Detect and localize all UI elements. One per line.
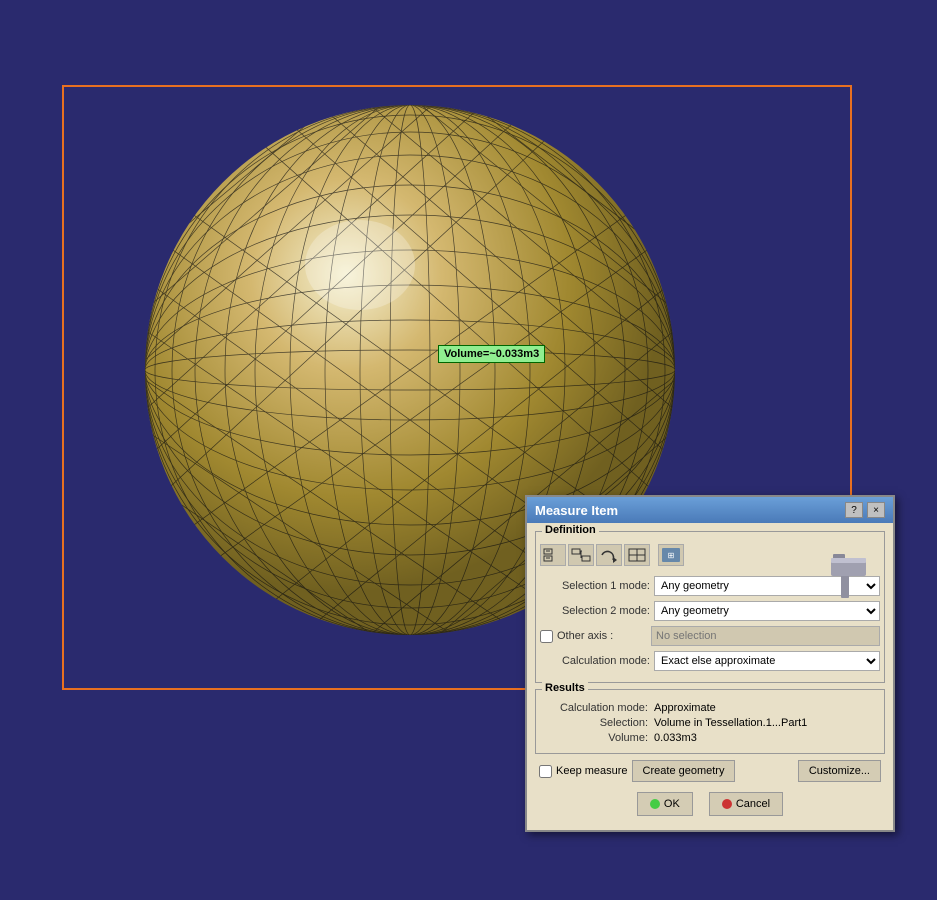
- selection2-label: Selection 2 mode:: [540, 605, 650, 617]
- result-calc-mode-row: Calculation mode: Approximate: [544, 702, 876, 714]
- calc-mode-row: Calculation mode: Exact else approximate: [540, 651, 880, 671]
- result-volume-value: 0.033m3: [654, 732, 697, 744]
- definition-legend: Definition: [542, 524, 599, 536]
- selection1-label: Selection 1 mode:: [540, 580, 650, 592]
- help-button[interactable]: ?: [845, 502, 863, 518]
- results-legend: Results: [542, 682, 588, 694]
- toolbar-icon-1[interactable]: [540, 544, 566, 566]
- other-axis-row: Other axis :: [540, 626, 880, 646]
- other-axis-input: [651, 626, 880, 646]
- result-calc-mode-value: Approximate: [654, 702, 716, 714]
- ok-icon: [650, 799, 660, 809]
- other-axis-label: Other axis :: [557, 630, 647, 642]
- measure-item-dialog: Measure Item ? × Definition: [525, 495, 895, 832]
- action-row: Keep measure Create geometry Customize..…: [535, 760, 885, 782]
- results-content: Calculation mode: Approximate Selection:…: [536, 690, 884, 753]
- result-selection-label: Selection:: [544, 717, 654, 729]
- result-calc-mode-label: Calculation mode:: [544, 702, 654, 714]
- 3d-viewport: Volume=~0.033m3 Measure Item ? × Definit…: [0, 0, 937, 900]
- dialog-body: Definition: [527, 523, 893, 830]
- keep-measure-checkbox[interactable]: [539, 765, 552, 778]
- result-volume-label: Volume:: [544, 732, 654, 744]
- cancel-button[interactable]: Cancel: [709, 792, 783, 816]
- volume-tooltip: Volume=~0.033m3: [438, 345, 545, 363]
- result-volume-row: Volume: 0.033m3: [544, 732, 876, 744]
- hammer-icon: [821, 538, 876, 603]
- close-button[interactable]: ×: [867, 502, 885, 518]
- results-section: Results Calculation mode: Approximate Se…: [535, 689, 885, 754]
- toolbar-icon-3[interactable]: [596, 544, 622, 566]
- calc-mode-label: Calculation mode:: [540, 655, 650, 667]
- toolbar-icon-5[interactable]: ⊞: [658, 544, 684, 566]
- toolbar-icon-2[interactable]: [568, 544, 594, 566]
- ok-cancel-row: OK Cancel: [535, 788, 885, 822]
- volume-tooltip-text: Volume=~0.033m3: [444, 348, 539, 360]
- definition-section: Definition: [535, 531, 885, 683]
- customize-button[interactable]: Customize...: [798, 760, 881, 782]
- selection2-select[interactable]: Any geometry: [654, 601, 880, 621]
- cancel-icon: [722, 799, 732, 809]
- toolbar-icon-4[interactable]: [624, 544, 650, 566]
- other-axis-checkbox[interactable]: [540, 630, 553, 643]
- dialog-titlebar: Measure Item ? ×: [527, 497, 893, 523]
- result-selection-row: Selection: Volume in Tessellation.1...Pa…: [544, 717, 876, 729]
- dialog-title: Measure Item: [535, 503, 618, 518]
- dialog-title-buttons: ? ×: [845, 502, 885, 518]
- calc-mode-select[interactable]: Exact else approximate: [654, 651, 880, 671]
- keep-measure-label: Keep measure: [556, 765, 628, 777]
- ok-button[interactable]: OK: [637, 792, 693, 816]
- ok-label: OK: [664, 798, 680, 810]
- cancel-label: Cancel: [736, 798, 770, 810]
- result-selection-value: Volume in Tessellation.1...Part1: [654, 717, 807, 729]
- create-geometry-button[interactable]: Create geometry: [632, 760, 736, 782]
- selection2-row: Selection 2 mode: Any geometry: [540, 601, 880, 621]
- svg-text:⊞: ⊞: [668, 551, 675, 560]
